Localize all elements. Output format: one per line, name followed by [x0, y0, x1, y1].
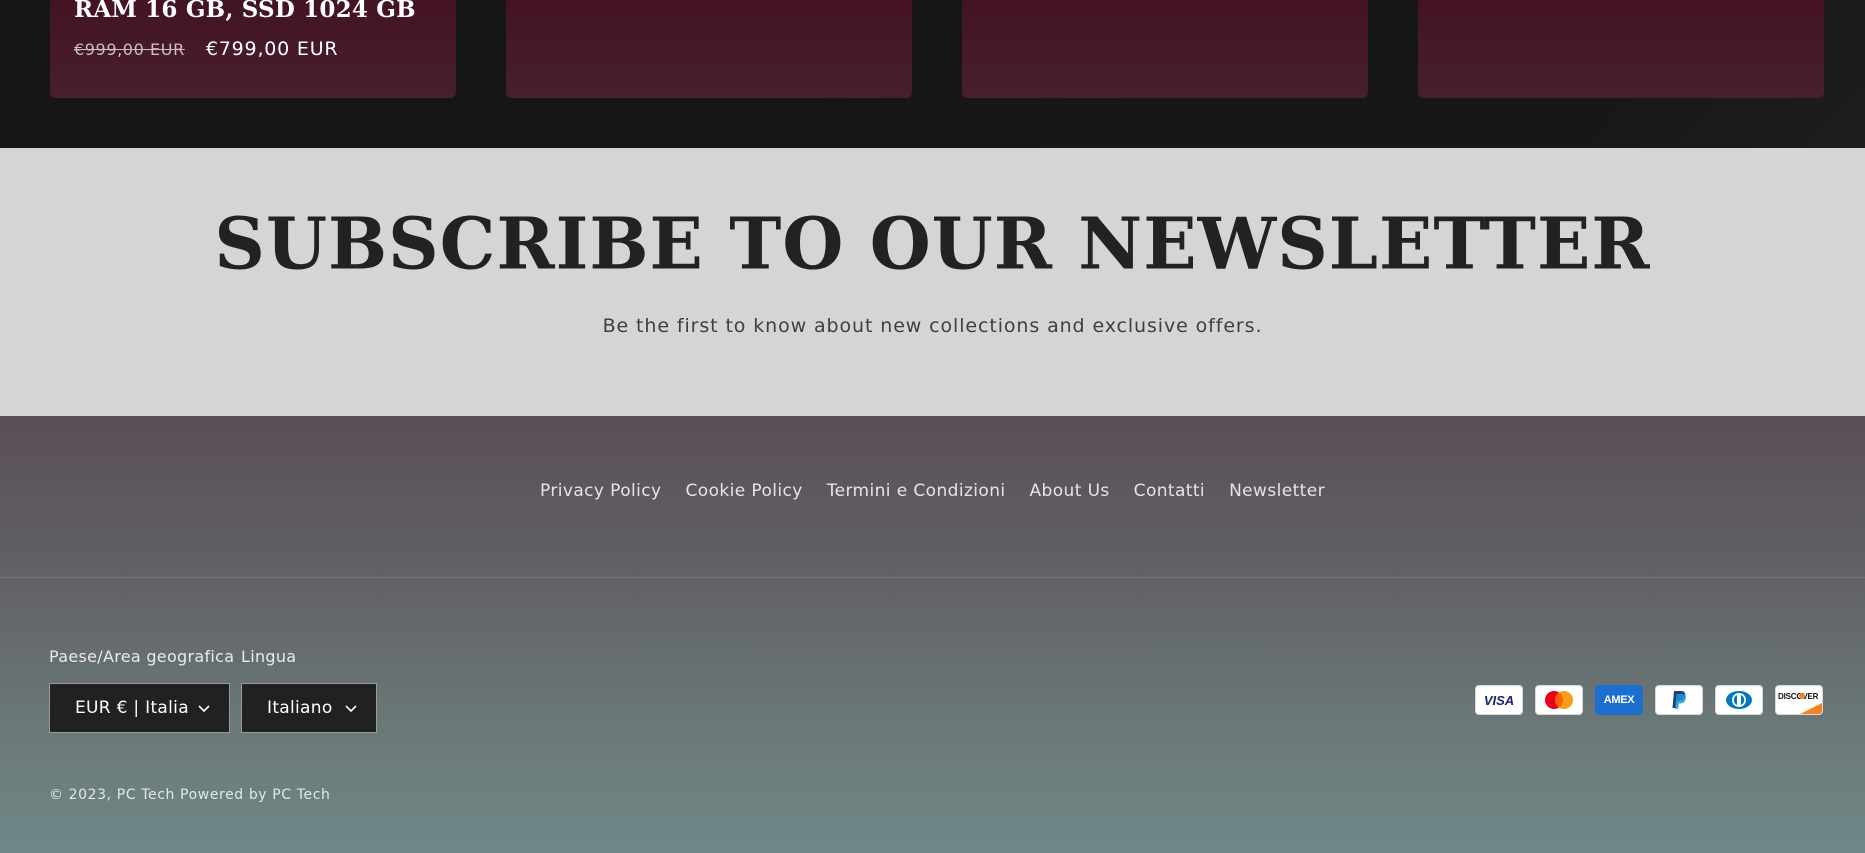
discover-icon: DISCOVER [1775, 685, 1823, 715]
product-card[interactable] [506, 0, 912, 98]
diners-club-icon [1715, 685, 1763, 715]
product-card[interactable] [1418, 0, 1824, 98]
country-value: EUR € | Italia [75, 698, 189, 718]
amex-icon: AMEX [1595, 685, 1643, 715]
sale-price: €799,00 EUR [205, 38, 339, 60]
language-selector[interactable]: Italiano [241, 683, 377, 733]
product-title[interactable]: RAM 16 GB, SSD 1024 GB [74, 0, 416, 23]
visa-icon: VISA [1475, 685, 1523, 715]
footer-link-terms[interactable]: Termini e Condizioni [815, 481, 1018, 501]
language-value: Italiano [267, 698, 333, 718]
footer-link-contacts[interactable]: Contatti [1122, 481, 1217, 501]
copyright: © 2023, PC Tech Powered by PC Tech [49, 787, 331, 803]
product-card[interactable] [962, 0, 1368, 98]
language-label: Lingua [241, 647, 297, 666]
newsletter-subtitle: Be the first to know about new collectio… [602, 315, 1263, 337]
paypal-icon [1655, 685, 1703, 715]
country-selector[interactable]: EUR € | Italia [49, 683, 230, 733]
footer-link-newsletter[interactable]: Newsletter [1217, 481, 1337, 501]
footer: Privacy Policy Cookie Policy Termini e C… [0, 416, 1865, 853]
original-price: €999,00 EUR [74, 40, 185, 59]
product-strip: RAM 16 GB, SSD 1024 GB €999,00 EUR €799,… [0, 0, 1865, 148]
newsletter-section: SUBSCRIBE TO OUR NEWSLETTER Be the first… [0, 148, 1865, 416]
newsletter-title: SUBSCRIBE TO OUR NEWSLETTER [214, 201, 1651, 286]
footer-divider [0, 577, 1865, 578]
visa-wordmark: VISA [1483, 692, 1515, 708]
chevron-down-icon [198, 705, 210, 713]
country-label: Paese/Area geografica [49, 647, 235, 666]
footer-link-about-us[interactable]: About Us [1018, 481, 1122, 501]
amex-wordmark: AMEX [1603, 694, 1635, 706]
price-row: €999,00 EUR €799,00 EUR [74, 38, 338, 60]
payment-icons: VISA AMEX DISCOVER [1475, 685, 1823, 715]
mastercard-icon [1535, 685, 1583, 715]
footer-link-privacy-policy[interactable]: Privacy Policy [528, 481, 673, 501]
chevron-down-icon [345, 705, 357, 713]
footer-nav: Privacy Policy Cookie Policy Termini e C… [0, 481, 1865, 501]
footer-link-cookie-policy[interactable]: Cookie Policy [674, 481, 815, 501]
product-card[interactable]: RAM 16 GB, SSD 1024 GB €999,00 EUR €799,… [50, 0, 456, 98]
